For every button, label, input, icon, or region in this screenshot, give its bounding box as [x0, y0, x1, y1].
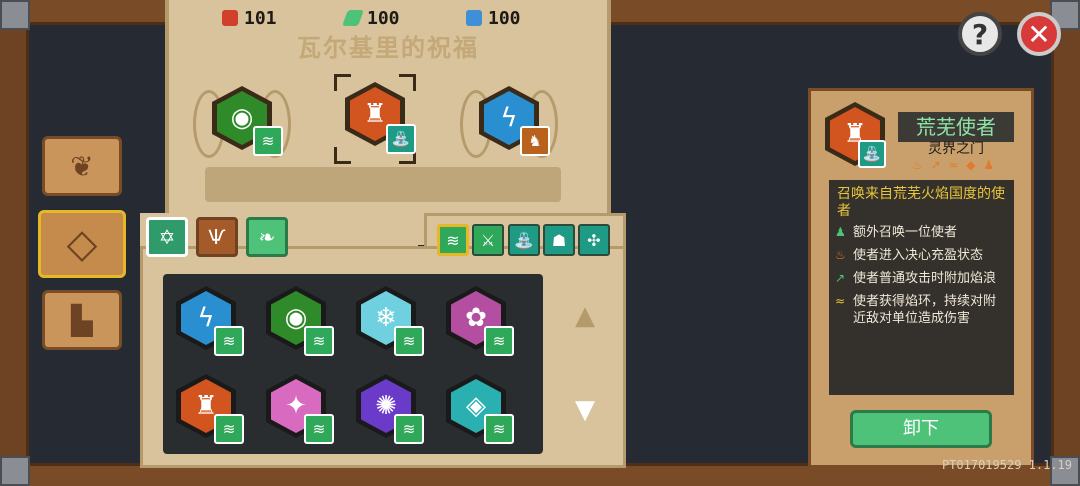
green-wave-badge-icon: ≋: [484, 414, 514, 444]
wave-line-icon: ≈: [835, 294, 846, 308]
summon-filter-icon: ⛲: [514, 230, 534, 250]
filter-sword[interactable]: ⚔: [472, 224, 504, 256]
stat-knowledge-value: 100: [488, 7, 521, 29]
tab-antlers[interactable]: Ѱ: [196, 217, 238, 257]
stat-nature: 100: [342, 7, 400, 29]
blessing-slot-2[interactable]: ♜ ⛲: [334, 74, 416, 164]
arrow-line-icon: ↗: [835, 271, 846, 285]
spirit-filter-icon: ☗: [551, 230, 567, 250]
pinwheel-filter-icon: ✣: [587, 230, 601, 250]
detail-line-text: 额外召唤一位使者: [853, 225, 958, 240]
green-wave-badge-icon: ≋: [484, 326, 514, 356]
detail-line: ♨ 使者进入决心充盈状态: [835, 247, 1008, 264]
leaf-icon: [342, 10, 364, 26]
grid-item[interactable]: ◈ ≋: [446, 374, 526, 458]
selection-corner: [334, 74, 351, 91]
diamond-nav-icon: ◇: [66, 221, 98, 267]
selection-corner: [334, 147, 351, 164]
banner-title: 瓦尔基里的祝福: [297, 34, 479, 62]
grid-item[interactable]: ✺ ≋: [356, 374, 436, 458]
green-wave-badge-icon: ≋: [304, 326, 334, 356]
scroll-up-button[interactable]: ▲: [570, 301, 600, 331]
nav-podium-button[interactable]: ▙: [42, 290, 122, 350]
green-wave-badge-icon: ≋: [394, 326, 424, 356]
stat-nature-value: 100: [367, 7, 400, 29]
help-button[interactable]: ?: [958, 12, 1002, 56]
frame-corner: [0, 0, 30, 30]
filter-spirit[interactable]: ☗: [543, 224, 575, 256]
detail-line: ≈ 使者获得焰环，持续对附近敌对单位造成伤害: [835, 293, 1008, 327]
stat-attack-value: 101: [244, 7, 277, 29]
detail-description: 召唤来自荒芜火焰国度的使者 ♟ 额外召唤一位使者 ♨ 使者进入决心充盈状态 ↗ …: [829, 180, 1014, 395]
detail-line: ♟ 额外召唤一位使者: [835, 224, 1008, 241]
frame-left: [0, 0, 29, 486]
wave-filter-icon: ≋: [446, 230, 460, 250]
leaf-tab-icon: ❧: [258, 225, 276, 249]
book-icon: [466, 10, 482, 26]
teal-summon-badge-icon: ⛲: [386, 124, 416, 154]
nav-leaf-button[interactable]: ❦: [42, 136, 122, 196]
leaf-nav-icon: ❦: [70, 149, 94, 183]
detail-subtitle: 灵界之门: [928, 141, 984, 157]
hexagram-tab-icon: ✡: [158, 225, 176, 249]
grid-item[interactable]: ❄ ≋: [356, 286, 436, 370]
detail-tag-icons: ♨ ↗ ≈ ◆ ♟: [912, 158, 997, 172]
flame-line-icon: ♨: [835, 248, 846, 262]
blessing-slot-3[interactable]: ϟ ♞: [460, 78, 558, 162]
sword-filter-icon: ⚔: [480, 230, 496, 250]
antlers-tab-icon: Ѱ: [208, 225, 226, 249]
grid-item[interactable]: ϟ ≋: [176, 286, 256, 370]
question-icon: ?: [971, 17, 989, 51]
tab-leaf[interactable]: ❧: [246, 217, 288, 257]
grid-item[interactable]: ✿ ≋: [446, 286, 526, 370]
filter-pinwheel[interactable]: ✣: [578, 224, 610, 256]
triangle-up-icon: ▲: [575, 301, 595, 331]
grid-item[interactable]: ♜ ≋: [176, 374, 256, 458]
detail-desc-title: 召唤来自荒芜火焰国度的使者: [837, 186, 1005, 219]
green-wave-badge-icon: ≋: [253, 126, 283, 156]
nav-diamond-button[interactable]: ◇: [38, 210, 126, 278]
unequip-button[interactable]: 卸下: [850, 410, 992, 448]
grid-item[interactable]: ✦ ≋: [266, 374, 346, 458]
detail-line-text: 使者获得焰环，持续对附近敌对单位造成伤害: [853, 294, 997, 326]
selection-corner: [399, 74, 416, 91]
filter-summon[interactable]: ⛲: [508, 224, 540, 256]
close-icon: ✕: [1027, 17, 1051, 51]
detail-summon-badge-icon: ⛲: [858, 140, 886, 168]
detail-line-text: 使者普通攻击时附加焰浪: [853, 271, 997, 286]
fist-icon: [222, 10, 238, 26]
green-wave-badge-icon: ≋: [304, 414, 334, 444]
stat-knowledge: 100: [466, 7, 521, 29]
frame-corner: [0, 456, 30, 486]
grid-item[interactable]: ◉ ≋: [266, 286, 346, 370]
frame-right: [1051, 0, 1080, 486]
detail-line-text: 使者进入决心充盈状态: [853, 248, 984, 263]
stats-bar: [205, 167, 561, 202]
version-label: PT017019529 1.1.19: [941, 458, 1072, 472]
green-wave-badge-icon: ≋: [214, 414, 244, 444]
close-button[interactable]: ✕: [1017, 12, 1061, 56]
summon-line-icon: ♟: [835, 225, 846, 239]
blessing-slot-1[interactable]: ◉ ≋: [193, 78, 291, 162]
green-wave-badge-icon: ≋: [394, 414, 424, 444]
detail-line: ↗ 使者普通攻击时附加焰浪: [835, 270, 1008, 287]
filter-wave[interactable]: ≋: [437, 224, 469, 256]
orange-beast-badge-icon: ♞: [520, 126, 550, 156]
triangle-down-icon: ▼: [575, 395, 595, 425]
scroll-down-button[interactable]: ▼: [570, 395, 600, 425]
green-wave-badge-icon: ≋: [214, 326, 244, 356]
tab-hexagram[interactable]: ✡: [146, 217, 188, 257]
podium-nav-icon: ▙: [71, 303, 93, 337]
stat-attack: 101: [222, 7, 277, 29]
